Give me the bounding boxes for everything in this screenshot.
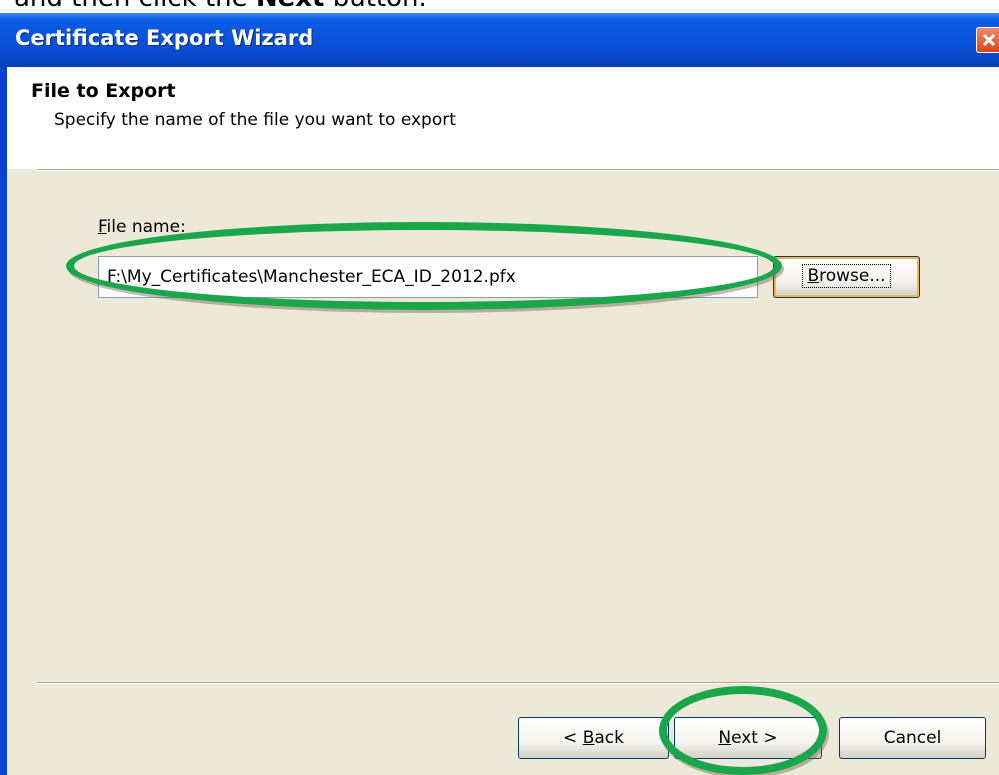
browse-label: Browse... bbox=[802, 264, 891, 288]
close-button[interactable] bbox=[976, 27, 999, 53]
title-bar[interactable]: Certificate Export Wizard bbox=[0, 13, 999, 67]
wizard-window: Certificate Export Wizard File to Export… bbox=[0, 13, 999, 775]
wizard-header: File to Export Specify the name of the f… bbox=[7, 67, 999, 169]
footer-divider bbox=[37, 682, 999, 684]
instruction-text: and then click the Next button. bbox=[14, 0, 427, 11]
file-name-input[interactable]: F:\My_Certificates\Manchester_ECA_ID_201… bbox=[98, 256, 758, 298]
cancel-button[interactable]: Cancel bbox=[839, 717, 986, 759]
close-icon bbox=[982, 33, 996, 47]
page-title: File to Export bbox=[31, 80, 176, 102]
back-button[interactable]: < Back bbox=[518, 717, 669, 759]
window-title: Certificate Export Wizard bbox=[15, 26, 314, 50]
header-divider bbox=[37, 169, 999, 171]
browse-button[interactable]: Browse... bbox=[773, 256, 920, 298]
file-name-label: File name: bbox=[98, 217, 186, 237]
page-subtitle: Specify the name of the file you want to… bbox=[54, 110, 456, 130]
wizard-body: File to Export Specify the name of the f… bbox=[7, 67, 999, 775]
next-button[interactable]: Next > bbox=[674, 717, 822, 759]
